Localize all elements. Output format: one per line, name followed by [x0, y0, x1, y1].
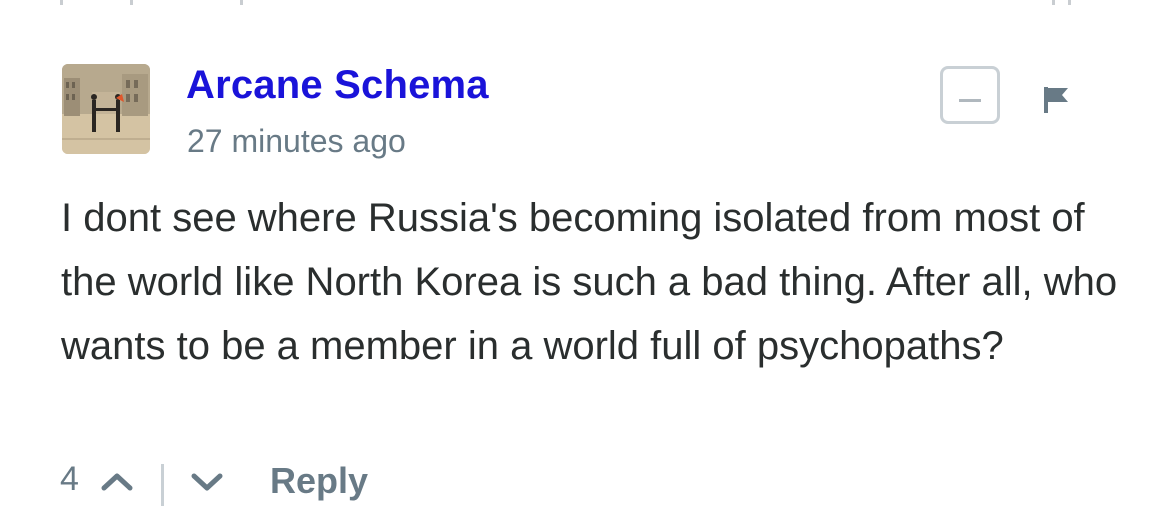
chevron-down-icon[interactable]: [190, 466, 224, 496]
minus-icon: [959, 99, 981, 102]
avatar[interactable]: [62, 64, 150, 154]
vote-divider: [161, 464, 164, 506]
comment-timestamp[interactable]: 27 minutes ago: [187, 123, 406, 160]
comment-message: I dont see where Russia's becoming isola…: [61, 196, 1118, 368]
flag-icon[interactable]: [1040, 83, 1074, 117]
comment-post: Arcane Schema 27 minutes ago I dont see …: [0, 0, 1170, 515]
chevron-up-icon[interactable]: [100, 466, 134, 496]
vote-count: 4: [60, 460, 79, 498]
collapse-button[interactable]: [940, 66, 1000, 124]
reply-button[interactable]: Reply: [270, 460, 368, 502]
author-name-link[interactable]: Arcane Schema: [186, 63, 489, 108]
avatar-image: [62, 64, 150, 154]
